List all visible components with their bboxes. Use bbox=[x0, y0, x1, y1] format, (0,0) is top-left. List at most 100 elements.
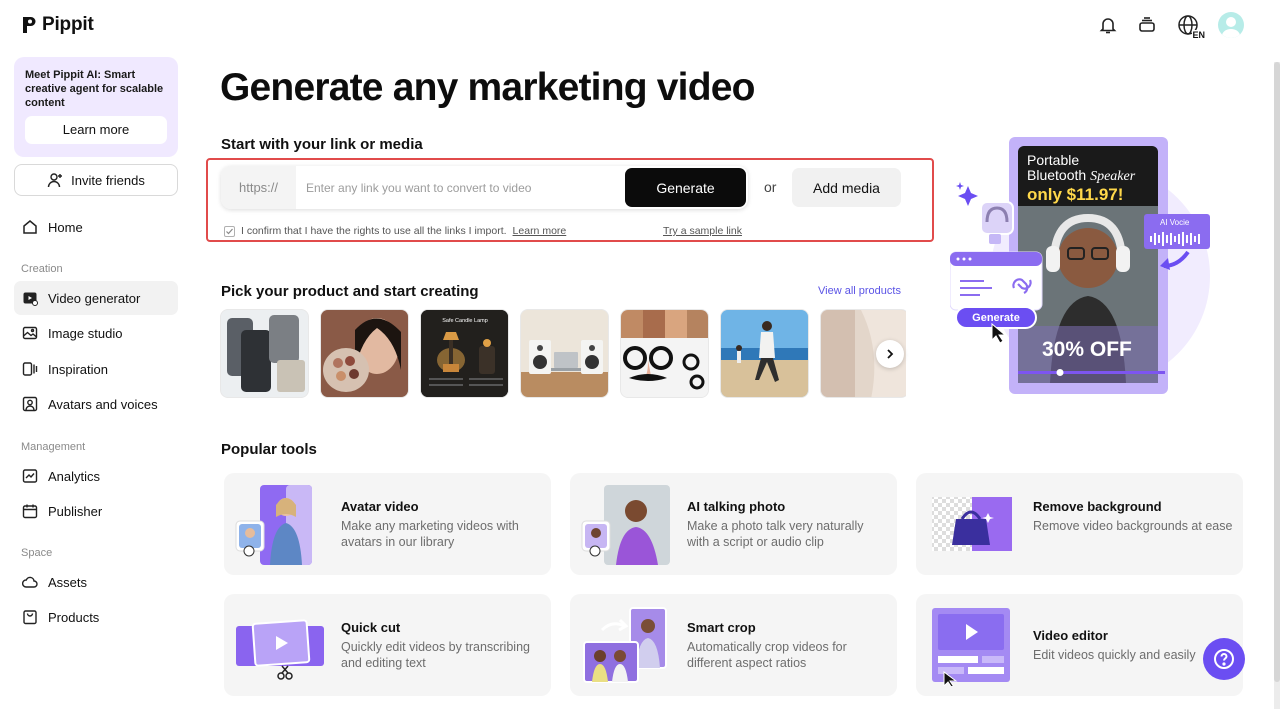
hero-line1: Portable bbox=[1027, 152, 1079, 168]
link-input-bar: https:// Generate bbox=[221, 166, 748, 209]
video-generator-icon bbox=[23, 292, 38, 306]
sidebar-item-label: Analytics bbox=[48, 468, 101, 484]
confirm-text: I confirm that I have the rights to use … bbox=[241, 225, 507, 237]
or-separator: or bbox=[764, 179, 777, 195]
try-sample-link[interactable]: Try a sample link bbox=[663, 225, 742, 237]
avatars-voices-icon bbox=[22, 396, 38, 412]
calendar-icon bbox=[22, 504, 38, 519]
confirm-learn-more-link[interactable]: Learn more bbox=[513, 225, 567, 237]
sidebar-item-products[interactable]: Products bbox=[14, 600, 178, 634]
tool-title: Quick cut bbox=[341, 620, 401, 635]
avatar-video-thumbnail bbox=[235, 485, 312, 565]
sidebar-item-inspiration[interactable]: Inspiration bbox=[14, 352, 178, 386]
tool-description: Make a photo talk very naturally with a … bbox=[687, 519, 864, 549]
sidebar-item-analytics[interactable]: Analytics bbox=[14, 459, 178, 493]
rights-confirmation: I confirm that I have the rights to use … bbox=[224, 225, 566, 237]
home-icon bbox=[23, 220, 37, 234]
remove-background-thumbnail bbox=[932, 497, 1012, 551]
hero-ai-voice: AI Vocie bbox=[1160, 218, 1190, 227]
tool-card-quick-cut[interactable]: Quick cut Quickly edit videos by transcr… bbox=[224, 594, 551, 696]
language-code: EN bbox=[1192, 30, 1205, 40]
sidebar-item-label: Image studio bbox=[48, 325, 123, 341]
language-selector[interactable]: EN bbox=[1175, 12, 1205, 40]
link-prefix: https:// bbox=[221, 166, 296, 209]
tool-title: Avatar video bbox=[341, 499, 419, 514]
link-section-title: Start with your link or media bbox=[221, 136, 423, 153]
product-thumb-phone-cases[interactable] bbox=[220, 309, 309, 398]
promo-text: Meet Pippit AI: Smart creative agent for… bbox=[25, 69, 164, 109]
tool-title: AI talking photo bbox=[687, 499, 786, 514]
hero-illustration: Portable Bluetooth Speaker only $11.97! … bbox=[949, 136, 1210, 396]
ai-talking-photo-thumbnail bbox=[581, 485, 670, 565]
invite-friends-label: Invite friends bbox=[71, 172, 145, 188]
help-button[interactable] bbox=[1203, 638, 1245, 680]
analytics-icon bbox=[22, 469, 38, 483]
stack-icon[interactable] bbox=[1136, 13, 1158, 37]
product-thumb-candle-lamp[interactable]: Safe Candle Lamp bbox=[420, 309, 509, 398]
popular-tools-title: Popular tools bbox=[221, 441, 317, 458]
svg-text:Bluetooth Speaker: Bluetooth Speaker bbox=[1027, 167, 1136, 184]
question-mark-icon bbox=[1214, 649, 1234, 669]
page-title: Generate any marketing video bbox=[220, 66, 755, 109]
sidebar-item-avatars-voices[interactable]: Avatars and voices bbox=[14, 387, 178, 421]
section-management: Management bbox=[21, 441, 86, 453]
sidebar-item-publisher[interactable]: Publisher bbox=[14, 494, 178, 528]
pick-product-title: Pick your product and start creating bbox=[221, 283, 479, 300]
tool-card-ai-talking-photo[interactable]: AI talking photo Make a photo talk very … bbox=[570, 473, 897, 575]
tool-card-smart-crop[interactable]: Smart crop Automatically crop videos for… bbox=[570, 594, 897, 696]
pippit-logo-icon bbox=[23, 17, 36, 33]
image-studio-icon bbox=[22, 326, 38, 340]
learn-more-button[interactable]: Learn more bbox=[25, 116, 167, 144]
smart-crop-thumbnail bbox=[583, 607, 667, 683]
tool-title: Smart crop bbox=[687, 620, 756, 635]
product-carousel: Safe Candle Lamp bbox=[220, 309, 906, 398]
link-input[interactable] bbox=[296, 166, 625, 209]
view-all-products-link[interactable]: View all products bbox=[818, 285, 901, 297]
candle-lamp-label: Safe Candle Lamp bbox=[442, 318, 488, 324]
hero-discount: 30% OFF bbox=[1042, 338, 1132, 361]
sidebar-item-image-studio[interactable]: Image studio bbox=[14, 316, 178, 350]
sidebar-item-label: Assets bbox=[48, 574, 88, 590]
inspiration-icon bbox=[22, 362, 38, 376]
hero-line2: Bluetooth bbox=[1027, 167, 1090, 183]
tool-description: Automatically crop videos for different … bbox=[687, 640, 847, 670]
notification-bell-icon[interactable] bbox=[1097, 13, 1119, 37]
quick-cut-thumbnail bbox=[236, 619, 324, 680]
sidebar-item-home[interactable]: Home bbox=[14, 210, 178, 244]
products-icon bbox=[23, 610, 37, 625]
section-creation: Creation bbox=[21, 263, 63, 275]
user-avatar[interactable] bbox=[1218, 12, 1244, 38]
tool-card-video-editor[interactable]: Video editor Edit videos quickly and eas… bbox=[916, 594, 1243, 696]
hero-generate-pill: Generate bbox=[972, 312, 1020, 324]
generate-button[interactable]: Generate bbox=[625, 168, 746, 207]
confirm-checkbox[interactable] bbox=[224, 225, 235, 237]
page-scrollbar[interactable] bbox=[1274, 62, 1280, 709]
cloud-icon bbox=[22, 576, 38, 588]
tool-description: Make any marketing videos with avatars i… bbox=[341, 519, 519, 549]
pippit-logo[interactable]: Pippit bbox=[22, 14, 94, 36]
pippit-ai-promo: Meet Pippit AI: Smart creative agent for… bbox=[14, 57, 178, 157]
sidebar-item-label: Inspiration bbox=[48, 361, 108, 377]
sidebar-item-label: Products bbox=[48, 609, 100, 625]
sidebar-item-video-generator[interactable]: Video generator bbox=[14, 281, 178, 315]
product-thumb-beach[interactable] bbox=[720, 309, 809, 398]
sidebar-item-label: Publisher bbox=[48, 503, 103, 519]
hero-line2-italic: Speaker bbox=[1090, 169, 1136, 184]
product-thumb-speakers[interactable] bbox=[520, 309, 609, 398]
tool-description: Quickly edit videos by transcribing and … bbox=[341, 640, 530, 670]
tool-card-avatar-video[interactable]: Avatar video Make any marketing videos w… bbox=[224, 473, 551, 575]
product-thumb-makeup[interactable] bbox=[320, 309, 409, 398]
carousel-next-button[interactable] bbox=[876, 340, 904, 368]
scrollbar-thumb[interactable] bbox=[1274, 62, 1280, 682]
sidebar-item-label: Avatars and voices bbox=[48, 396, 158, 412]
sidebar-item-assets[interactable]: Assets bbox=[14, 565, 178, 599]
video-editor-thumbnail bbox=[932, 608, 1010, 686]
tool-description: Remove video backgrounds at ease bbox=[1033, 519, 1233, 533]
add-media-button[interactable]: Add media bbox=[792, 168, 901, 207]
product-thumb-funny-glasses[interactable] bbox=[620, 309, 709, 398]
tool-card-remove-background[interactable]: Remove background Remove video backgroun… bbox=[916, 473, 1243, 575]
invite-friends-button[interactable]: Invite friends bbox=[14, 164, 178, 196]
sidebar-item-label: Video generator bbox=[48, 290, 141, 306]
sidebar-item-label: Home bbox=[48, 219, 83, 235]
chevron-right-icon bbox=[887, 349, 894, 359]
